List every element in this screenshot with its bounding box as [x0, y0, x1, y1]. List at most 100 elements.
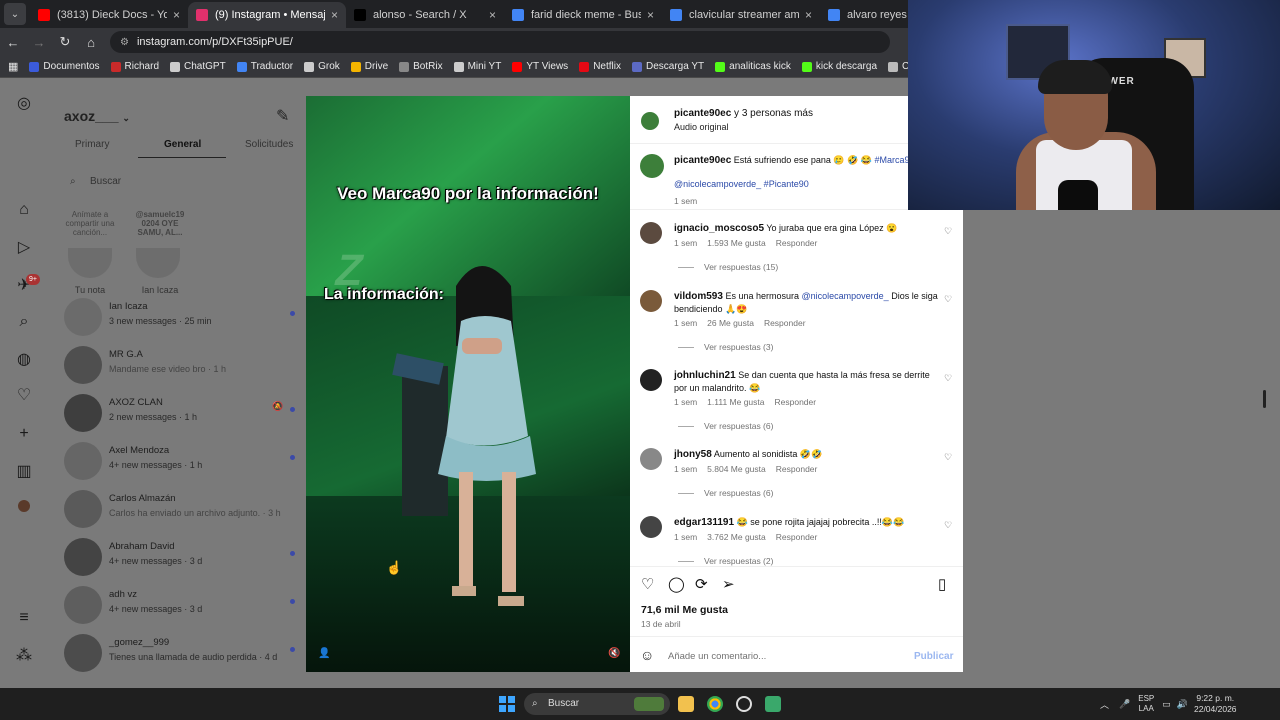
like-heart-icon[interactable]: ♡	[641, 575, 654, 593]
clock[interactable]: 9:22 p. m. 22/04/2026	[1194, 693, 1237, 715]
account-switcher[interactable]: axoz___ ⌄	[64, 108, 130, 124]
bookmark-item[interactable]: Netflix	[579, 61, 621, 72]
taskbar-search[interactable]: ⌕ Buscar	[524, 693, 670, 715]
instagram-logo-icon[interactable]: ◎	[14, 94, 34, 114]
comment-like-heart-icon[interactable]: ♡	[944, 520, 952, 531]
bookmark-item[interactable]: Documentos	[29, 61, 100, 72]
view-replies-button[interactable]: Ver respuestas (2)	[678, 556, 773, 566]
bookmark-item[interactable]: Richard	[110, 61, 159, 72]
create-plus-icon[interactable]: +	[14, 424, 34, 444]
reply-button[interactable]: Responder	[776, 532, 818, 542]
chrome-icon[interactable]	[707, 696, 723, 712]
audio-link[interactable]: Audio original	[674, 122, 729, 132]
view-replies-button[interactable]: Ver respuestas (6)	[678, 421, 773, 431]
dashboard-icon[interactable]: ▥	[14, 462, 34, 482]
author-avatar[interactable]	[641, 112, 659, 130]
tray-mic-icon[interactable]: 🎤	[1119, 699, 1130, 710]
new-message-icon[interactable]: ✎	[276, 106, 289, 126]
bookmark-item[interactable]: Traductor	[236, 61, 293, 72]
caption-mentions[interactable]: @nicolecampoverde_ #Picante90	[674, 179, 809, 189]
comment-avatar[interactable]	[640, 516, 662, 538]
view-replies-button[interactable]: Ver respuestas (6)	[678, 488, 773, 498]
conversation-item[interactable]: AXOZ CLAN 2 new messages · 1 h 🔕	[60, 392, 300, 440]
file-explorer-icon[interactable]	[678, 696, 694, 712]
bookmark-item[interactable]: Mini YT	[453, 61, 501, 72]
bookmark-item[interactable]: BotRix	[399, 61, 443, 72]
comment-author[interactable]: jhony58	[674, 449, 712, 460]
caption-author-avatar[interactable]	[640, 154, 664, 178]
comment-author[interactable]: ignacio_moscoso5	[674, 223, 764, 234]
browser-tab[interactable]: alonso - Search / X ×	[346, 2, 504, 28]
reload-icon[interactable]: ↻	[52, 34, 78, 50]
forward-icon[interactable]: →	[26, 35, 52, 50]
like-count[interactable]: 71,6 mil Me gusta	[641, 604, 728, 616]
browser-tab[interactable]: clavicular streamer amigo - Bus ×	[662, 2, 820, 28]
post-video[interactable]: Z Veo Marca90 por la información! La inf…	[306, 96, 630, 672]
view-replies-button[interactable]: Ver respuestas (15)	[678, 262, 778, 272]
back-icon[interactable]: ←	[0, 35, 26, 50]
language-indicator[interactable]: ESP LAA	[1138, 694, 1154, 714]
search-input[interactable]: ⌕ Buscar	[60, 172, 296, 192]
network-icon[interactable]: ▭	[1162, 699, 1171, 710]
comment-author[interactable]: edgar131191	[674, 517, 734, 528]
reply-button[interactable]: Responder	[775, 397, 817, 407]
comment-avatar[interactable]	[640, 448, 662, 470]
note-bubble-ian[interactable]: @samuelc19 0204 OYE SAMU, AL...	[132, 210, 188, 237]
also-from-meta-icon[interactable]: ⁂	[14, 646, 34, 666]
more-menu-icon[interactable]: ≡	[14, 608, 34, 628]
comment-likes[interactable]: 5.804 Me gusta	[707, 464, 766, 474]
windows-start-icon[interactable]	[499, 696, 515, 712]
search-nav-icon[interactable]: ⌕	[14, 312, 34, 332]
comment-likes[interactable]: 26 Me gusta	[707, 318, 754, 328]
comment-like-heart-icon[interactable]: ♡	[944, 226, 952, 237]
close-tab-icon[interactable]: ×	[331, 8, 338, 22]
app-icon[interactable]	[765, 696, 781, 712]
comment-avatar[interactable]	[640, 222, 662, 244]
explore-nav-icon[interactable]: ◍	[14, 350, 34, 370]
note-avatar-ian[interactable]	[136, 248, 180, 278]
home-nav-icon[interactable]: ⌂	[14, 200, 34, 220]
comment-likes[interactable]: 1.111 Me gusta	[707, 397, 764, 407]
mute-icon[interactable]: 🔇	[608, 648, 620, 659]
tab-general[interactable]: General	[164, 139, 201, 150]
conversation-item[interactable]: Axel Mendoza 4+ new messages · 1 h	[60, 440, 300, 488]
conversation-item[interactable]: adh vz 4+ new messages · 3 d	[60, 584, 300, 632]
bookmark-item[interactable]: analiticas kick	[715, 61, 791, 72]
note-avatar-self[interactable]	[68, 248, 112, 278]
tab-requests[interactable]: Solicitudes	[245, 139, 293, 150]
conversation-item[interactable]: Ian Icaza 3 new messages · 25 min	[60, 296, 300, 344]
close-tab-icon[interactable]: ×	[489, 8, 496, 22]
tagged-user-icon[interactable]: 👤	[318, 648, 330, 659]
comment-like-heart-icon[interactable]: ♡	[944, 373, 952, 384]
bookmark-item[interactable]: Drive	[350, 61, 388, 72]
conversation-item[interactable]: Abraham David 4+ new messages · 3 d	[60, 536, 300, 584]
conversation-item[interactable]: Carlos Almazán Carlos ha enviado un archi…	[60, 488, 300, 536]
comment-author[interactable]: johnluchin21	[674, 370, 736, 381]
bookmark-item[interactable]: kick descarga	[801, 61, 877, 72]
conversation-item[interactable]: _gomez__999 Tienes una llamada de audio p…	[60, 632, 300, 680]
reply-button[interactable]: Responder	[776, 238, 818, 248]
tab-primary[interactable]: Primary	[75, 139, 109, 150]
close-tab-icon[interactable]: ×	[173, 8, 180, 22]
caption-hashtag[interactable]: #Marca9	[874, 155, 909, 165]
notifications-heart-icon[interactable]: ♡	[14, 386, 34, 406]
note-bubble-self[interactable]: Anímate a compartir una canción...	[62, 210, 118, 237]
close-tab-icon[interactable]: ×	[805, 8, 812, 22]
scrollbar-thumb[interactable]	[1263, 390, 1266, 408]
comment-likes[interactable]: 1.593 Me gusta	[707, 238, 766, 248]
comment-mention[interactable]: @nicolecampoverde_	[802, 291, 889, 301]
repost-icon[interactable]: ⟳	[695, 575, 708, 593]
comment-avatar[interactable]	[640, 369, 662, 391]
reels-nav-icon[interactable]: ▷	[14, 238, 34, 258]
obs-icon[interactable]	[736, 696, 752, 712]
home-icon[interactable]: ⌂	[78, 35, 104, 50]
close-tab-icon[interactable]: ×	[647, 8, 654, 22]
comment-input[interactable]: Añade un comentario...	[668, 651, 766, 662]
url-field[interactable]: ⚙ instagram.com/p/DXFt35ipPUE/	[110, 31, 890, 53]
comment-like-heart-icon[interactable]: ♡	[944, 294, 952, 305]
comment-author[interactable]: vildom593	[674, 291, 723, 302]
conversation-item[interactable]: MR G.A Mandame ese video bro · 1 h	[60, 344, 300, 392]
bookmark-item[interactable]: Grok	[304, 61, 340, 72]
volume-icon[interactable]: 🔊	[1177, 699, 1188, 710]
emoji-icon[interactable]: ☺	[640, 647, 654, 663]
